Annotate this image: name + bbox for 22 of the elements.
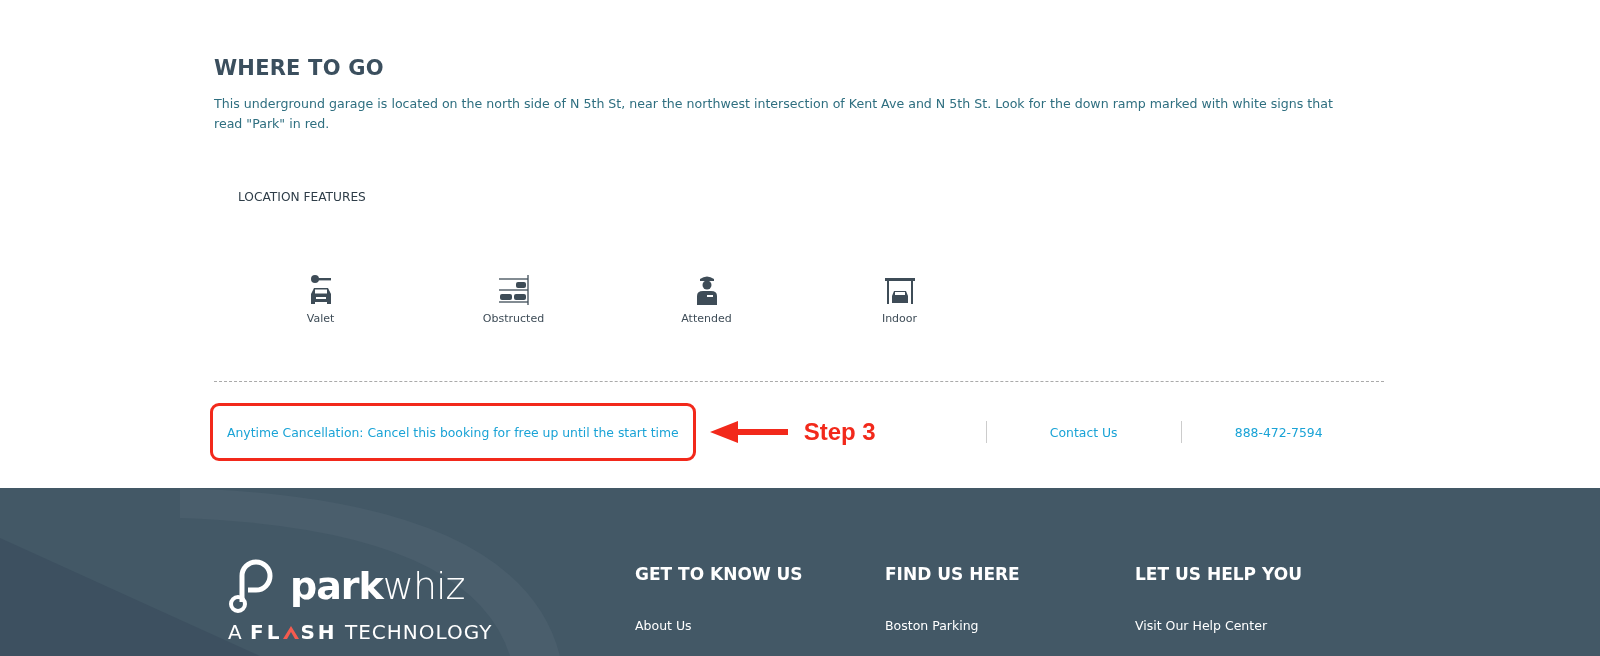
chevron-icon [282, 624, 301, 640]
feature-label: Obstructed [482, 312, 545, 325]
footer-heading: FIND US HERE [885, 564, 1021, 584]
footer-link[interactable]: Visit Our Help Center [1135, 618, 1385, 633]
footer-heading: GET TO KNOW US [635, 564, 804, 584]
feature-label: Valet [306, 312, 335, 325]
tagline-text: A [228, 620, 243, 644]
annotation-label: Step 3 [803, 418, 876, 446]
footer-link[interactable]: Boston Parking [885, 618, 1135, 633]
footer-heading: LET US HELP YOU [1135, 564, 1303, 584]
logo-wordmark: parkwhiz [290, 567, 465, 605]
feature-label: Attended [681, 312, 732, 325]
feature-label: Indoor [881, 312, 918, 325]
stacked-cars-icon [496, 274, 531, 306]
footer-link[interactable]: About Us [635, 618, 885, 633]
brand-text: FL [250, 620, 283, 644]
brand-text: SH [300, 620, 338, 644]
directions-text: This underground garage is located on the north side of N 5th St, near the northwest intersection of Kent Ave and N 5th St. Look for the down ramp marked with white signs that read "Park" in red. [214, 95, 1334, 133]
tagline-text: TECHNOLOGY [344, 620, 493, 644]
section-heading: WHERE TO GO [214, 56, 385, 80]
attendant-icon [694, 274, 719, 306]
features-heading: LOCATION FEATURES [238, 190, 367, 204]
